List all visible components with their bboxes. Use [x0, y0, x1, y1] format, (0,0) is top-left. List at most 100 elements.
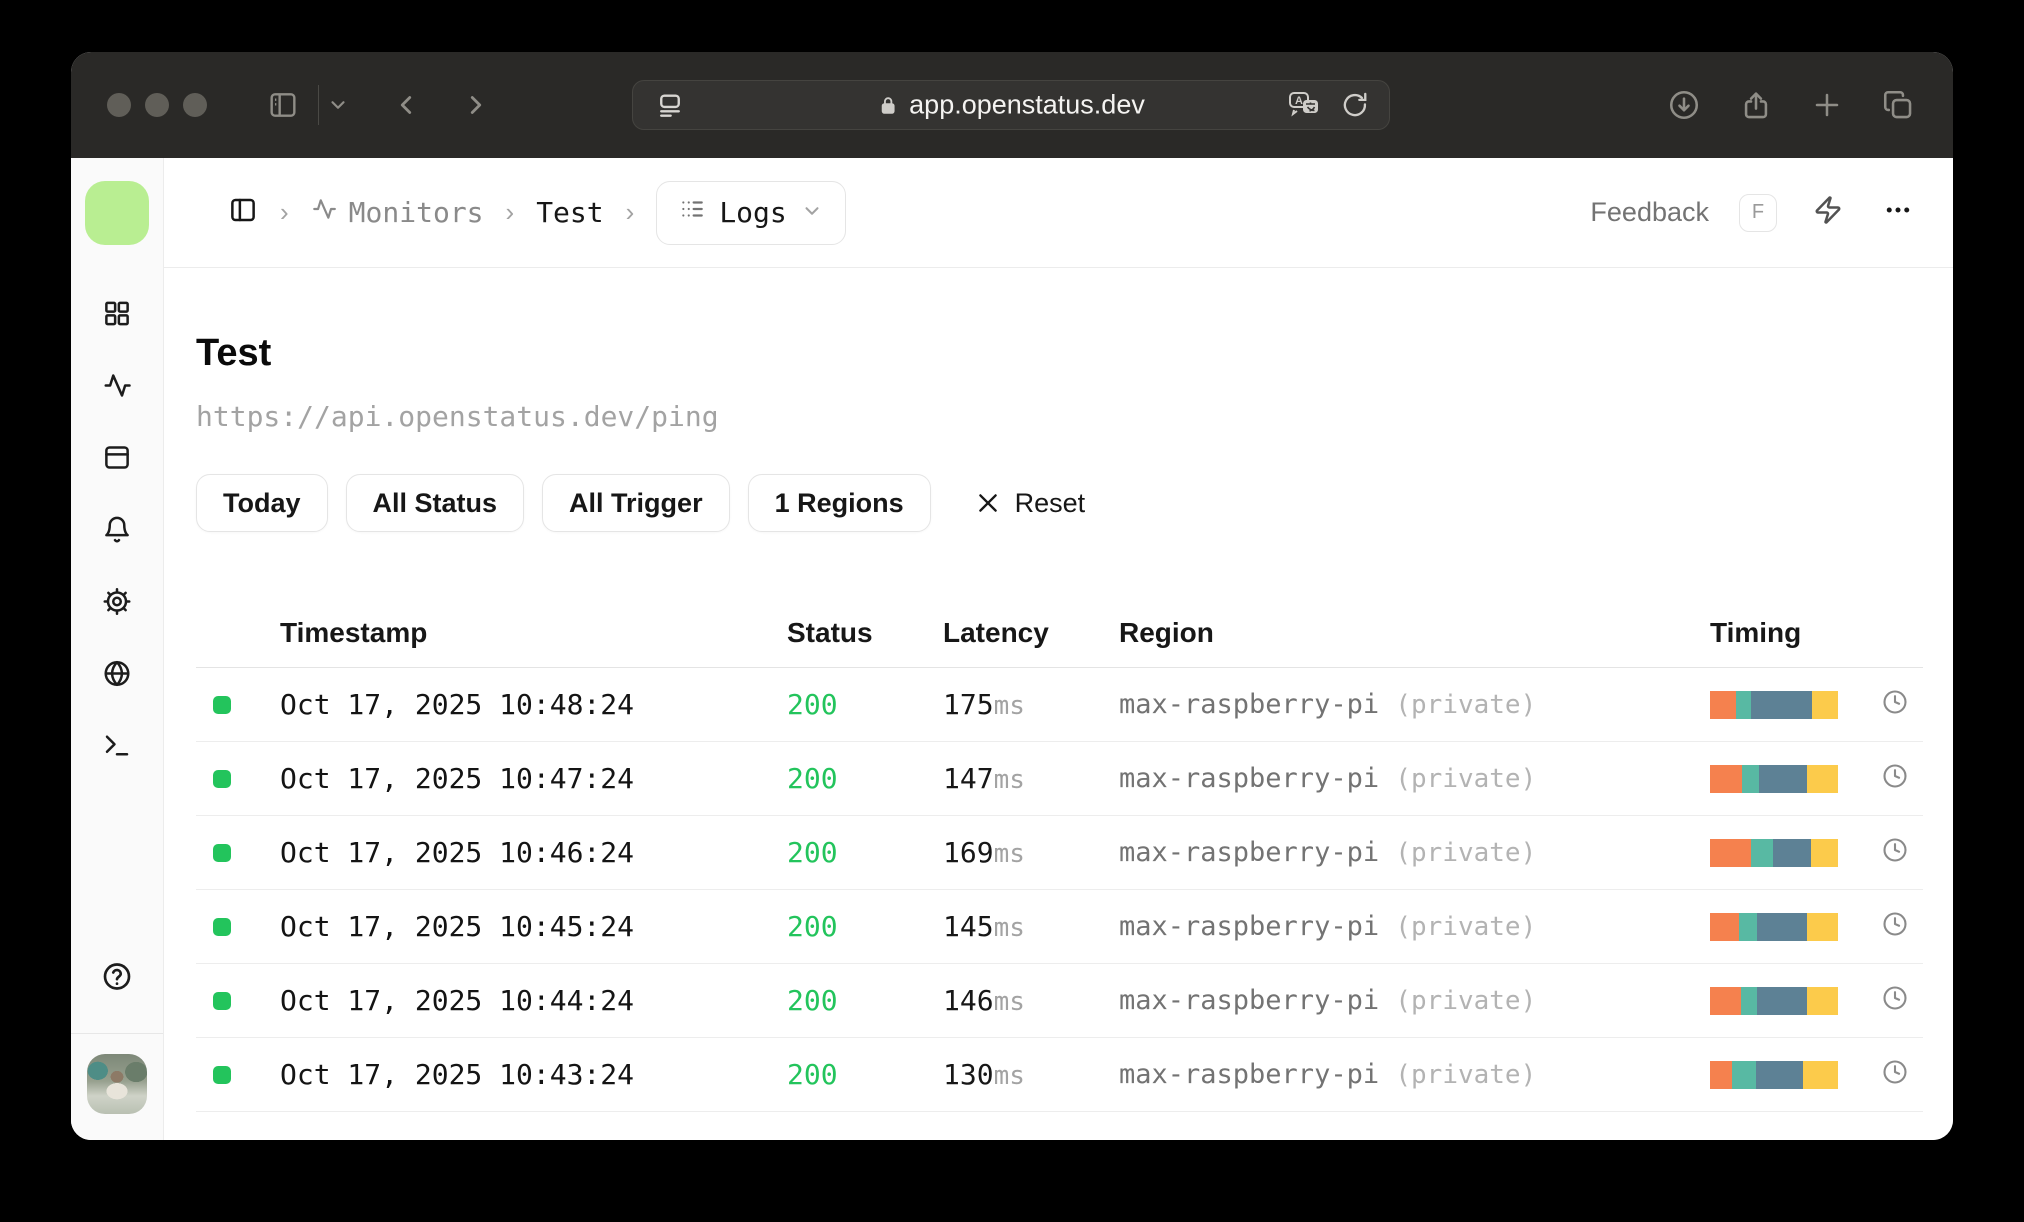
clock-icon[interactable] [1881, 762, 1909, 795]
clock-icon[interactable] [1881, 1058, 1909, 1091]
chevron-right-icon: › [625, 197, 635, 227]
log-table-row[interactable]: Oct 17, 2025 10:46:24 200 169ms max-rasp… [196, 816, 1923, 890]
col-timestamp: Timestamp [280, 617, 428, 648]
browser-titlebar: app.openstatus.dev A [71, 52, 1953, 158]
timing-bar [1710, 1060, 1838, 1089]
sidebar-item-settings[interactable] [102, 587, 132, 622]
clock-icon[interactable] [1881, 910, 1909, 943]
log-timestamp: Oct 17, 2025 10:44:24 [280, 984, 635, 1017]
breadcrumb-monitor-name[interactable]: Test [536, 196, 603, 229]
log-timestamp: Oct 17, 2025 10:47:24 [280, 762, 635, 795]
tls-lock-icon [877, 93, 899, 117]
minimize-window-button[interactable] [145, 93, 169, 117]
address-bar[interactable]: app.openstatus.dev A [632, 80, 1390, 130]
status-indicator [213, 1065, 231, 1084]
filter-button[interactable]: 1 Regions [747, 474, 931, 532]
log-table-row[interactable]: Oct 17, 2025 10:48:24 200 175ms max-rasp… [196, 668, 1923, 742]
log-table-row[interactable]: Oct 17, 2025 10:44:24 200 146ms max-rasp… [196, 964, 1923, 1038]
sidebar-item-dashboard[interactable] [102, 299, 132, 334]
globe-icon [102, 661, 132, 693]
timing-bar [1710, 690, 1838, 719]
timing-segment-3 [1756, 1060, 1804, 1089]
log-status-code: 200 [787, 1058, 838, 1091]
help-circle-icon [101, 963, 133, 997]
log-table-row[interactable]: Oct 17, 2025 10:45:24 200 145ms max-rasp… [196, 890, 1923, 964]
svg-text:A: A [1295, 95, 1303, 107]
reader-view-icon[interactable] [655, 90, 685, 120]
clock-icon[interactable] [1881, 688, 1909, 721]
status-indicator [213, 695, 231, 714]
app-sidebar-toggle-icon[interactable] [228, 195, 258, 230]
sidebar-item-monitors[interactable] [102, 371, 132, 406]
sidebar-item-cli[interactable] [102, 731, 132, 766]
timing-segment-2 [1731, 1060, 1757, 1089]
activity-icon [102, 374, 132, 405]
log-table-row[interactable]: Oct 17, 2025 10:47:24 200 147ms max-rasp… [196, 742, 1923, 816]
log-region: max-raspberry-pi (private) [1119, 763, 1537, 794]
reset-filters-button[interactable]: Reset [975, 488, 1085, 519]
gear-icon [102, 588, 132, 621]
new-tab-icon[interactable] [1811, 89, 1843, 121]
log-latency: 169ms [943, 836, 1025, 869]
filter-bar: Today All Status All Trigger 1 Regions R… [196, 474, 1923, 532]
reload-icon[interactable] [1341, 91, 1369, 119]
sidebar-item-status-pages[interactable] [102, 443, 132, 478]
timing-segment-4 [1803, 1060, 1838, 1089]
zap-icon[interactable] [1813, 195, 1843, 230]
breadcrumb-monitors[interactable]: Monitors [311, 196, 484, 229]
clock-icon[interactable] [1881, 836, 1909, 869]
timing-segment-1 [1710, 1060, 1732, 1089]
log-latency: 130ms [943, 1058, 1025, 1091]
close-window-button[interactable] [107, 93, 131, 117]
log-table-row[interactable]: Oct 17, 2025 10:43:24 200 130ms max-rasp… [196, 1038, 1923, 1112]
timing-segment-1 [1710, 912, 1740, 941]
feedback-button[interactable]: Feedback [1590, 197, 1709, 228]
page-title: Test [196, 332, 272, 374]
col-status: Status [787, 617, 873, 648]
timing-segment-3 [1750, 690, 1813, 719]
forward-button-icon[interactable] [461, 90, 491, 120]
view-switcher-logs[interactable]: Logs [656, 180, 846, 245]
timing-segment-2 [1750, 838, 1773, 867]
status-indicator [213, 769, 231, 788]
filter-button[interactable]: All Status [345, 474, 525, 532]
back-button-icon[interactable] [391, 90, 421, 120]
panel-top-icon [102, 446, 132, 477]
sidebar-item-help[interactable] [101, 961, 133, 998]
tab-overview-icon[interactable] [1881, 88, 1915, 122]
timing-segment-3 [1757, 912, 1808, 941]
sidebar-chevron-down-icon[interactable] [327, 94, 349, 116]
timing-segment-1 [1710, 838, 1751, 867]
status-indicator [213, 991, 231, 1010]
traffic-lights [107, 93, 207, 117]
x-icon [978, 494, 997, 512]
log-timestamp: Oct 17, 2025 10:46:24 [280, 836, 635, 869]
sidebar-item-regions[interactable] [102, 659, 132, 694]
user-avatar[interactable] [87, 1054, 147, 1114]
browser-sidebar-toggle-icon[interactable] [267, 89, 299, 121]
timing-segment-4 [1812, 690, 1838, 719]
col-region: Region [1119, 617, 1214, 648]
bell-icon [102, 516, 132, 549]
filter-button[interactable]: All Trigger [542, 474, 730, 532]
downloads-icon[interactable] [1667, 88, 1701, 122]
log-latency: 147ms [943, 762, 1025, 795]
sidebar-item-notifications[interactable] [102, 515, 132, 550]
chevron-right-icon: › [505, 197, 515, 227]
zoom-window-button[interactable] [183, 93, 207, 117]
col-timing: Timing [1710, 617, 1802, 648]
more-options-icon[interactable] [1883, 195, 1913, 230]
clock-icon[interactable] [1881, 984, 1909, 1017]
log-timestamp: Oct 17, 2025 10:48:24 [280, 688, 635, 721]
share-icon[interactable] [1739, 88, 1773, 122]
timing-segment-2 [1739, 912, 1758, 941]
timing-segment-3 [1758, 764, 1808, 793]
workspace-logo[interactable] [85, 181, 149, 245]
status-indicator [213, 917, 231, 936]
filter-button[interactable]: Today [196, 474, 328, 532]
monitor-endpoint-url: https://api.openstatus.dev/ping [196, 400, 719, 433]
log-timestamp: Oct 17, 2025 10:43:24 [280, 1058, 635, 1091]
timing-segment-1 [1710, 764, 1742, 793]
timing-bar [1710, 838, 1838, 867]
translate-icon[interactable]: A [1285, 90, 1323, 120]
